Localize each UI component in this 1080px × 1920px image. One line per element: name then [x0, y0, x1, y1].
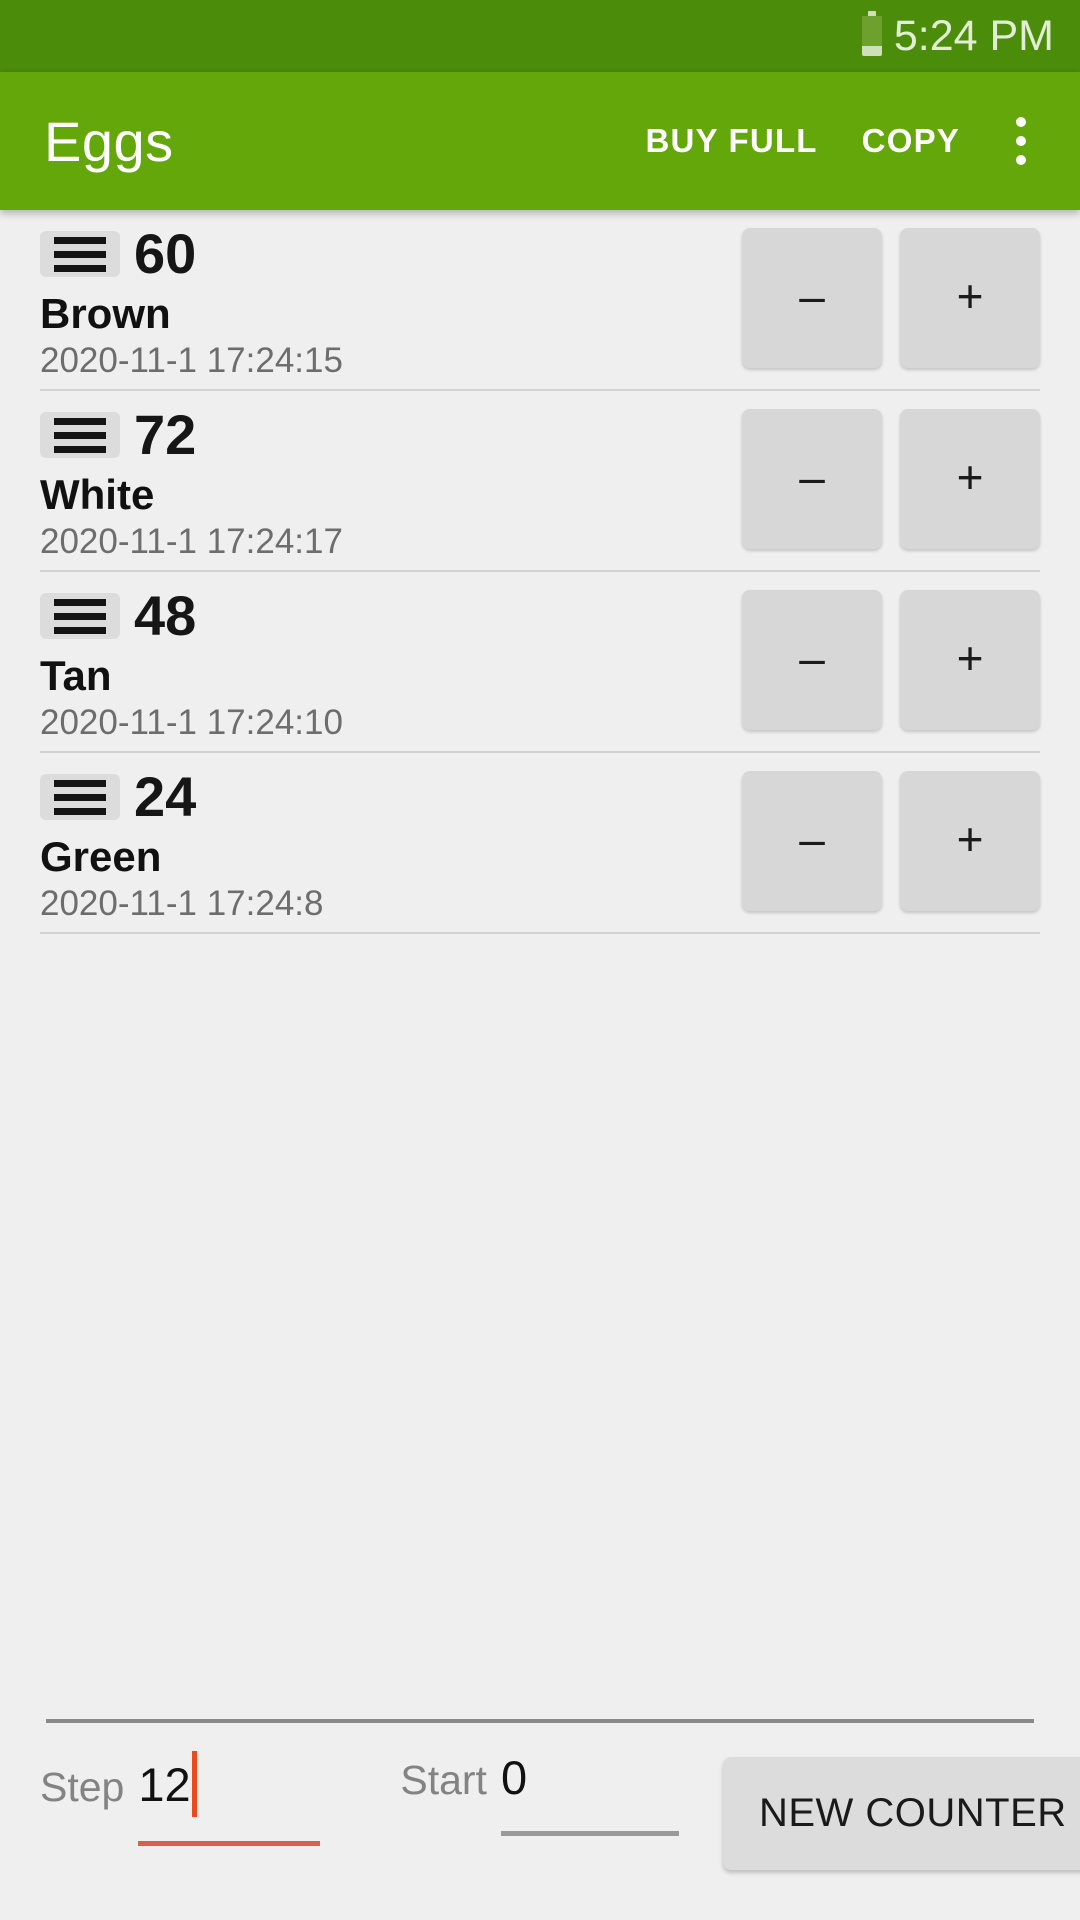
start-input[interactable]: 0	[500, 1751, 679, 1836]
plus-icon: +	[956, 813, 984, 865]
drag-handle-icon[interactable]	[40, 231, 120, 277]
start-value: 0	[500, 1751, 528, 1804]
drag-handle-icon[interactable]	[40, 593, 120, 639]
start-field-group: Start 0	[400, 1751, 679, 1836]
counter-name: Green	[40, 833, 162, 880]
drag-handle-bar	[54, 807, 106, 815]
app-bar: Eggs BUY FULL COPY	[0, 72, 1080, 210]
drag-handle-bar	[54, 779, 106, 787]
increment-button[interactable]: +	[900, 228, 1040, 368]
increment-button[interactable]: +	[900, 409, 1040, 549]
step-label: Step	[40, 1764, 125, 1810]
drag-handle-icon[interactable]	[40, 412, 120, 458]
start-underline	[500, 1831, 679, 1836]
counter-timestamp: 2020-11-1 17:24:8	[40, 884, 324, 924]
counter-count: 60	[134, 222, 197, 285]
counter-info: 60 Brown 2020-11-1 17:24:15	[40, 210, 742, 380]
page-title: Eggs	[44, 109, 174, 173]
drag-handle-icon[interactable]	[40, 774, 120, 820]
minus-icon: –	[799, 270, 825, 322]
plus-icon: +	[956, 632, 984, 684]
decrement-button[interactable]: –	[742, 409, 882, 549]
app-screen: 5:24 PM Eggs BUY FULL COPY 60 Brown 2020…	[0, 0, 1080, 1920]
counter-info: 24 Green 2020-11-1 17:24:8	[40, 753, 742, 923]
counter-count-line: 24	[40, 769, 742, 825]
counter-step-buttons: – +	[742, 753, 1040, 911]
counter-row[interactable]: 72 White 2020-11-1 17:24:17 – +	[40, 391, 1040, 572]
counter-row[interactable]: 48 Tan 2020-11-1 17:24:10 – +	[40, 572, 1040, 753]
minus-icon: –	[799, 451, 825, 503]
decrement-button[interactable]: –	[742, 590, 882, 730]
drag-handle-bar	[54, 612, 106, 620]
counter-name: Brown	[40, 290, 171, 337]
drag-handle-bar	[54, 264, 106, 272]
drag-handle-bar	[54, 417, 106, 425]
counter-name: Tan	[40, 652, 112, 699]
battery-fill	[861, 16, 882, 46]
overflow-dot	[1016, 117, 1026, 127]
counter-row[interactable]: 24 Green 2020-11-1 17:24:8 – +	[40, 753, 1040, 934]
counter-step-buttons: – +	[742, 210, 1040, 368]
copy-button[interactable]: COPY	[840, 106, 982, 176]
counter-count-line: 72	[40, 407, 742, 463]
step-underline	[138, 1841, 321, 1846]
counter-row[interactable]: 60 Brown 2020-11-1 17:24:15 – +	[40, 210, 1040, 391]
start-label: Start	[400, 1757, 487, 1803]
counter-timestamp: 2020-11-1 17:24:17	[40, 522, 343, 562]
step-value: 12	[138, 1758, 191, 1811]
counter-step-buttons: – +	[742, 391, 1040, 549]
more-vertical-icon[interactable]	[988, 98, 1054, 184]
counter-info: 48 Tan 2020-11-1 17:24:10	[40, 572, 742, 742]
counter-info: 72 White 2020-11-1 17:24:17	[40, 391, 742, 561]
increment-button[interactable]: +	[900, 590, 1040, 730]
decrement-button[interactable]: –	[742, 228, 882, 368]
bottom-bar: Step 12 Start 0 NEW COUNTER	[0, 1719, 1080, 1920]
drag-handle-bar	[54, 445, 106, 453]
minus-icon: –	[799, 632, 825, 684]
counter-timestamp: 2020-11-1 17:24:10	[40, 703, 343, 743]
drag-handle-bar	[54, 431, 106, 439]
drag-handle-bar	[54, 250, 106, 258]
increment-button[interactable]: +	[900, 771, 1040, 911]
counter-name: White	[40, 471, 155, 518]
counter-timestamp: 2020-11-1 17:24:15	[40, 341, 343, 381]
new-counter-button[interactable]: NEW COUNTER	[722, 1757, 1080, 1870]
counter-count: 48	[134, 584, 197, 647]
battery-icon	[861, 11, 882, 56]
step-input[interactable]: 12	[138, 1751, 321, 1846]
step-field-group: Step 12	[40, 1751, 321, 1846]
status-bar-right: 5:24 PM	[861, 11, 1054, 61]
counter-count-line: 48	[40, 588, 742, 644]
counter-list: 60 Brown 2020-11-1 17:24:15 – + 72 White…	[0, 210, 1080, 1719]
counter-count: 24	[134, 765, 197, 828]
counter-count-line: 60	[40, 226, 742, 282]
bottom-controls: Step 12 Start 0 NEW COUNTER	[40, 1723, 1080, 1920]
drag-handle-bar	[54, 793, 106, 801]
minus-icon: –	[799, 813, 825, 865]
status-bar-clock: 5:24 PM	[893, 11, 1054, 60]
drag-handle-bar	[54, 236, 106, 244]
overflow-dot	[1016, 155, 1026, 165]
drag-handle-bar	[54, 626, 106, 634]
drag-handle-bar	[54, 598, 106, 606]
plus-icon: +	[956, 451, 984, 503]
text-caret	[191, 1751, 197, 1817]
status-bar: 5:24 PM	[0, 0, 1080, 72]
counter-count: 72	[134, 403, 197, 466]
decrement-button[interactable]: –	[742, 771, 882, 911]
buy-full-button[interactable]: BUY FULL	[624, 106, 840, 176]
counter-step-buttons: – +	[742, 572, 1040, 730]
overflow-dot	[1016, 136, 1026, 146]
plus-icon: +	[956, 270, 984, 322]
